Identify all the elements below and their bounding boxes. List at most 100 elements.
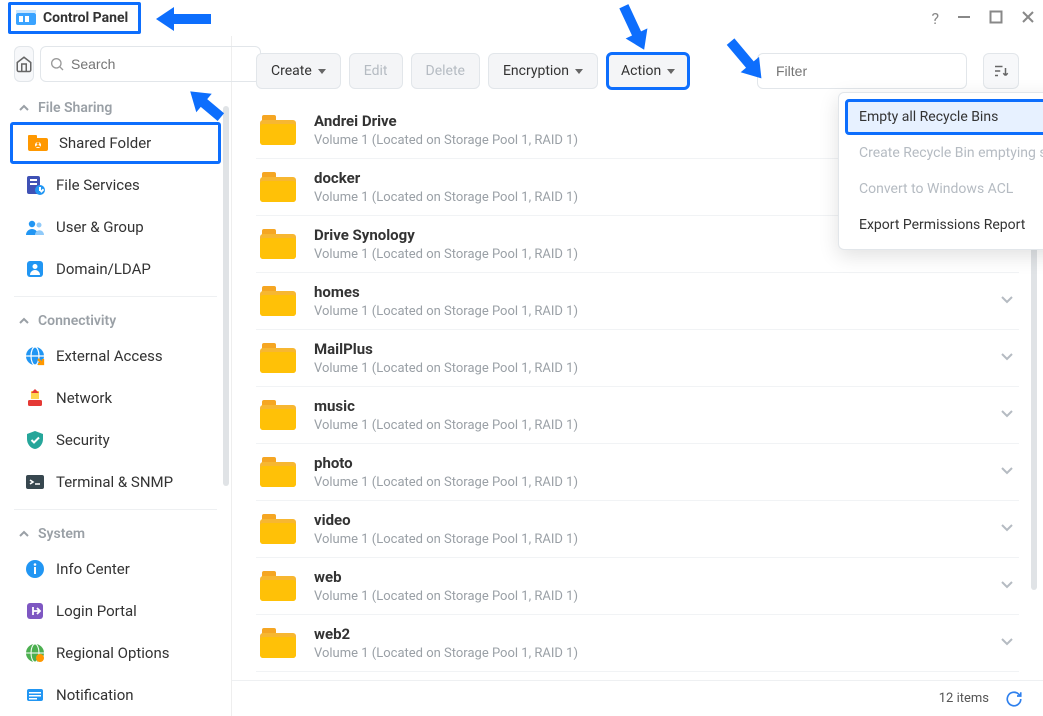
sidebar-item-label: Network: [56, 389, 112, 407]
search-icon: [49, 56, 65, 72]
button-label: Delete: [426, 63, 465, 79]
search-input[interactable]: [71, 56, 252, 72]
filter-box[interactable]: [757, 53, 967, 89]
maximize-button[interactable]: [989, 8, 1003, 29]
folder-text: video Volume 1 (Located on Storage Pool …: [314, 511, 981, 547]
sort-button[interactable]: [983, 53, 1019, 89]
sidebar-item-login-portal[interactable]: Login Portal: [4, 590, 227, 632]
folder-icon: [260, 343, 296, 373]
help-icon[interactable]: ?: [931, 9, 939, 28]
folder-name: web2: [314, 625, 981, 643]
folder-name: video: [314, 511, 981, 529]
folder-name: homes: [314, 283, 981, 301]
encryption-button[interactable]: Encryption: [488, 53, 598, 89]
item-count: 12 items: [939, 691, 989, 706]
sidebar-item-label: Terminal & SNMP: [56, 473, 173, 491]
folder-location: Volume 1 (Located on Storage Pool 1, RAI…: [314, 418, 981, 433]
action-empty-all-recycle-bins[interactable]: Empty all Recycle Bins: [845, 99, 1043, 135]
action-convert-acl[interactable]: Convert to Windows ACL: [845, 171, 1043, 207]
section-file-sharing[interactable]: File Sharing: [0, 90, 231, 122]
info-center-icon: [24, 558, 46, 580]
menu-item-label: Create Recycle Bin emptying schedule: [859, 145, 1043, 161]
chevron-down-icon[interactable]: [999, 519, 1015, 539]
network-icon: [24, 387, 46, 409]
filter-input[interactable]: [776, 63, 957, 79]
home-button[interactable]: [14, 46, 34, 82]
folder-row[interactable]: music Volume 1 (Located on Storage Pool …: [256, 387, 1019, 444]
action-create-schedule[interactable]: Create Recycle Bin emptying schedule: [845, 135, 1043, 171]
folder-row[interactable]: web2 Volume 1 (Located on Storage Pool 1…: [256, 615, 1019, 672]
title-highlight-box: Control Panel: [8, 2, 141, 34]
chevron-down-icon[interactable]: [999, 633, 1015, 653]
button-label: Encryption: [503, 63, 569, 79]
action-button[interactable]: Action: [606, 52, 690, 90]
chevron-down-icon[interactable]: [999, 405, 1015, 425]
folder-icon: [260, 286, 296, 316]
chevron-up-icon: [18, 102, 30, 114]
folder-icon: [260, 571, 296, 601]
titlebar: Control Panel ?: [0, 0, 1043, 36]
menu-item-label: Convert to Windows ACL: [859, 181, 1013, 197]
sidebar-item-label: User & Group: [56, 218, 144, 236]
sidebar-scrollbar[interactable]: [223, 106, 229, 486]
folder-icon: [260, 115, 296, 145]
folder-icon: [260, 400, 296, 430]
sidebar-item-label: External Access: [56, 347, 163, 365]
divider: [14, 509, 217, 510]
sidebar-item-notification[interactable]: Notification: [4, 674, 227, 716]
sidebar-item-label: Info Center: [56, 560, 130, 578]
create-button[interactable]: Create: [256, 53, 341, 89]
sidebar-item-label: File Services: [56, 176, 140, 194]
sidebar-item-security[interactable]: Security: [4, 419, 227, 461]
close-button[interactable]: [1021, 8, 1035, 29]
sidebar-item-external-access[interactable]: External Access: [4, 335, 227, 377]
sidebar-item-domain-ldap[interactable]: Domain/LDAP: [4, 248, 227, 290]
folder-name: MailPlus: [314, 340, 981, 358]
folder-row[interactable]: video Volume 1 (Located on Storage Pool …: [256, 501, 1019, 558]
delete-button[interactable]: Delete: [411, 53, 480, 89]
folder-row[interactable]: photo Volume 1 (Located on Storage Pool …: [256, 444, 1019, 501]
search-box[interactable]: [40, 46, 261, 82]
edit-button[interactable]: Edit: [349, 53, 403, 89]
control-panel-icon: [15, 7, 37, 29]
sidebar-item-info-center[interactable]: Info Center: [4, 548, 227, 590]
sidebar-item-file-services[interactable]: File Services: [4, 164, 227, 206]
action-export-permissions[interactable]: Export Permissions Report: [845, 207, 1043, 243]
folder-text: web Volume 1 (Located on Storage Pool 1,…: [314, 568, 981, 604]
folder-location: Volume 1 (Located on Storage Pool 1, RAI…: [314, 304, 981, 319]
folder-icon: [260, 628, 296, 658]
folder-icon: [260, 229, 296, 259]
minimize-button[interactable]: [957, 8, 971, 29]
section-label: Connectivity: [38, 313, 116, 329]
refresh-button[interactable]: [1005, 690, 1023, 708]
folder-text: web2 Volume 1 (Located on Storage Pool 1…: [314, 625, 981, 661]
divider: [14, 296, 217, 297]
chevron-down-icon[interactable]: [999, 576, 1015, 596]
toolbar: Create Edit Delete Encryption Action: [232, 36, 1043, 102]
sidebar-item-user-group[interactable]: User & Group: [4, 206, 227, 248]
chevron-down-icon[interactable]: [999, 348, 1015, 368]
shared-folder-icon: [27, 132, 49, 154]
sidebar: File Sharing Shared Folder File Services…: [0, 36, 232, 716]
sidebar-item-terminal-snmp[interactable]: Terminal & SNMP: [4, 461, 227, 503]
sidebar-item-shared-folder[interactable]: Shared Folder: [10, 122, 221, 164]
external-access-icon: [24, 345, 46, 367]
sidebar-item-regional-options[interactable]: Regional Options: [4, 632, 227, 674]
notification-icon: [24, 684, 46, 706]
folder-location: Volume 1 (Located on Storage Pool 1, RAI…: [314, 589, 981, 604]
button-label: Edit: [364, 63, 388, 79]
main-panel: Create Edit Delete Encryption Action: [232, 36, 1043, 716]
caret-down-icon: [667, 69, 675, 74]
chevron-down-icon[interactable]: [999, 462, 1015, 482]
folder-icon: [260, 172, 296, 202]
chevron-down-icon[interactable]: [999, 291, 1015, 311]
sort-icon: [992, 62, 1010, 80]
section-system[interactable]: System: [0, 516, 231, 548]
folder-row[interactable]: web Volume 1 (Located on Storage Pool 1,…: [256, 558, 1019, 615]
folder-row[interactable]: MailPlus Volume 1 (Located on Storage Po…: [256, 330, 1019, 387]
refresh-icon: [1005, 690, 1023, 708]
sidebar-item-network[interactable]: Network: [4, 377, 227, 419]
section-connectivity[interactable]: Connectivity: [0, 303, 231, 335]
folder-row[interactable]: homes Volume 1 (Located on Storage Pool …: [256, 273, 1019, 330]
menu-item-label: Empty all Recycle Bins: [859, 109, 998, 125]
